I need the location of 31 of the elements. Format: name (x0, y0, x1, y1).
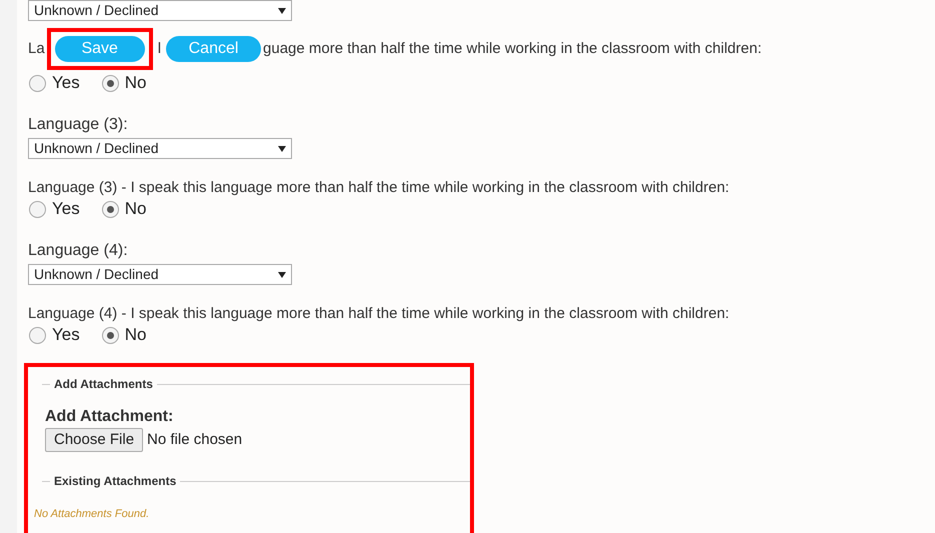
radio-label: Yes (52, 324, 80, 346)
dropdown-field[interactable]: Unknown / Declined (28, 0, 292, 21)
field-label: Add Attachment: (45, 407, 174, 427)
question-text: Language (3) - I speak this language more than half the time while working in the classroom with children: (28, 179, 730, 197)
empty-message: No Attachments Found. (34, 507, 150, 522)
dropdown-arrow-icon (278, 272, 286, 278)
dropdown-arrow-icon (278, 146, 286, 152)
radio-button[interactable] (29, 74, 46, 92)
field-label: Language (4): (28, 241, 129, 261)
question-text: Language (4) - I speak this language more than half the time while working in the classroom with children: (28, 305, 730, 323)
question-text: guage more than half the time while working in the classroom with children: (263, 38, 762, 59)
dropdown-arrow-icon (278, 8, 286, 14)
dropdown-field[interactable]: Unknown / Declined (28, 264, 292, 285)
question-text: La (28, 38, 45, 59)
dropdown-field[interactable]: Unknown / Declined (28, 138, 292, 159)
file-status: No file chosen (147, 430, 242, 450)
radio-button[interactable] (102, 200, 119, 218)
radio-button[interactable] (29, 326, 46, 344)
section-legend: Add Attachments (50, 375, 157, 393)
choose-file-button[interactable]: Choose File (45, 428, 144, 452)
radio-button[interactable] (102, 326, 119, 344)
radio-button[interactable] (102, 74, 119, 92)
radio-label: No (124, 72, 146, 94)
question-text: l (158, 38, 162, 59)
field-label: Language (3): (28, 115, 129, 135)
radio-label: Yes (52, 72, 80, 94)
radio-label: Yes (52, 198, 80, 220)
radio-label: No (124, 198, 146, 220)
radio-label: No (124, 324, 146, 346)
radio-button[interactable] (29, 200, 46, 218)
section-legend: Existing Attachments (50, 472, 180, 490)
